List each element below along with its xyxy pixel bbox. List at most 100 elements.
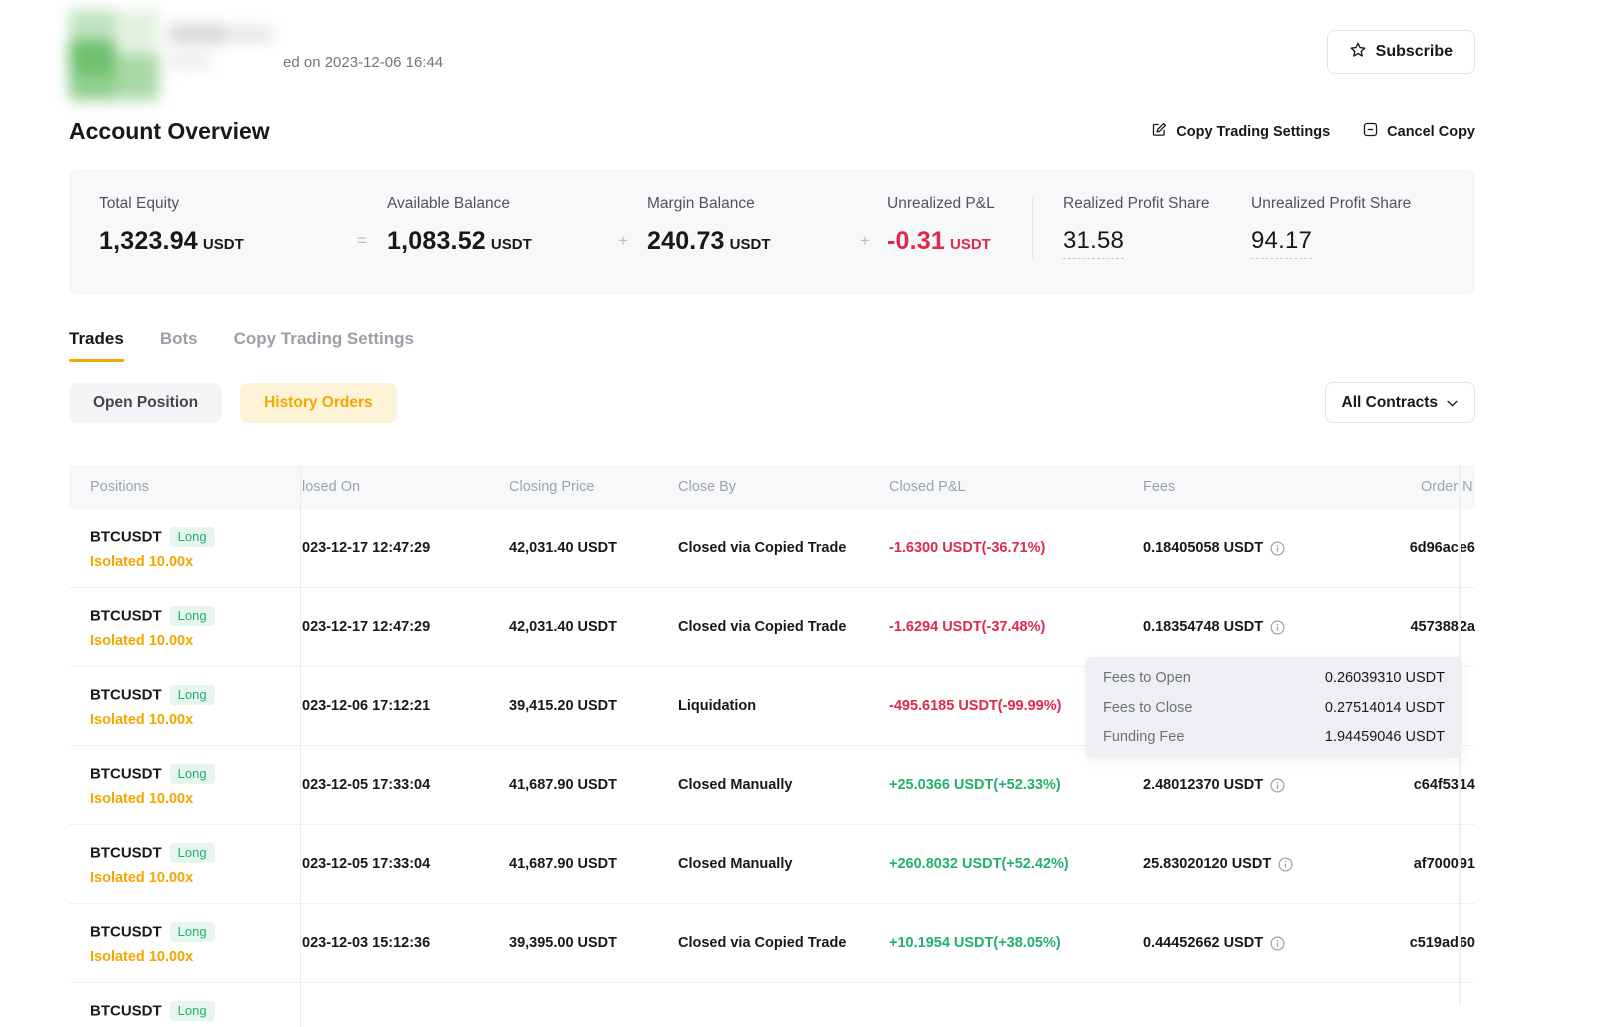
header-fees: Fees bbox=[1143, 479, 1391, 495]
close-by-cell: Closed via Copied Trade bbox=[678, 540, 889, 556]
fee-info-icon[interactable] bbox=[1270, 778, 1285, 793]
fee-info-icon[interactable] bbox=[1270, 936, 1285, 951]
stat-label: Available Balance bbox=[387, 195, 599, 213]
fees-cell: 0.44452662 USDT bbox=[1143, 935, 1391, 951]
tooltip-row: Fees to Open 0.26039310 USDT bbox=[1103, 670, 1445, 686]
closed-pnl-cell: -1.6300 USDT(-36.71%) bbox=[889, 540, 1143, 556]
history-orders-table: Positions losed On Closing Price Close B… bbox=[69, 465, 1475, 1027]
position-cell: BTCUSDTLong Isolated 10.00x bbox=[69, 527, 300, 570]
position-cell: BTCUSDTLong Isolated 10.00x bbox=[69, 1001, 300, 1027]
stat-unit: USDT bbox=[491, 236, 532, 253]
tooltip-label: Fees to Close bbox=[1103, 700, 1192, 716]
cancel-copy-label: Cancel Copy bbox=[1387, 124, 1475, 140]
close-by-cell: Closed via Copied Trade bbox=[678, 619, 889, 635]
tooltip-row: Funding Fee 1.94459046 USDT bbox=[1103, 729, 1445, 745]
position-margin: Isolated 10.00x bbox=[90, 712, 300, 728]
tab-trades[interactable]: Trades bbox=[69, 329, 124, 362]
tooltip-label: Fees to Open bbox=[1103, 670, 1191, 686]
stat-value[interactable]: 94.17 bbox=[1251, 227, 1312, 259]
page-title: Account Overview bbox=[69, 118, 270, 145]
stat-label: Unrealized P&L bbox=[887, 195, 1022, 213]
closed-on-cell: 023-12-17 12:47:29 bbox=[300, 540, 509, 556]
stat-unrealized-pnl: Unrealized P&L -0.31USDT bbox=[887, 195, 1022, 256]
side-badge: Long bbox=[170, 1001, 215, 1021]
header-order-no: Order N bbox=[1391, 479, 1475, 495]
position-pair: BTCUSDT bbox=[90, 686, 162, 703]
closing-price-cell: 41,687.90 USDT bbox=[509, 856, 678, 872]
position-cell: BTCUSDT Long Isolated 10.00x bbox=[69, 685, 300, 728]
side-badge: Long bbox=[170, 685, 215, 705]
position-margin: Isolated 10.00x bbox=[90, 949, 300, 965]
stat-available-balance: Available Balance 1,083.52USDT bbox=[387, 195, 599, 256]
plus-operator: + bbox=[599, 195, 647, 251]
close-by-cell: Closed via Copied Trade bbox=[678, 935, 889, 951]
closed-on-cell: 023-12-03 15:12:36 bbox=[300, 935, 509, 951]
order-cell: c519ad60 bbox=[1391, 935, 1475, 951]
closing-price-cell: 42,031.40 USDT bbox=[509, 619, 678, 635]
stat-total-equity: Total Equity 1,323.94USDT bbox=[99, 195, 337, 256]
close-by-cell: Closed Manually bbox=[678, 856, 889, 872]
table-header-row: Positions losed On Closing Price Close B… bbox=[69, 465, 1475, 509]
position-margin: Isolated 10.00x bbox=[90, 554, 300, 570]
closed-pnl-cell: +25.0366 USDT(+52.33%) bbox=[889, 777, 1143, 793]
stat-value: 240.73 bbox=[647, 227, 725, 255]
stat-value[interactable]: 31.58 bbox=[1063, 227, 1124, 259]
cancel-copy-link[interactable]: Cancel Copy bbox=[1362, 121, 1475, 142]
stat-unit: USDT bbox=[950, 236, 991, 253]
position-cell: BTCUSDTLong Isolated 10.00x bbox=[69, 606, 300, 649]
tooltip-label: Funding Fee bbox=[1103, 729, 1184, 745]
closed-pnl-cell: +260.8032 USDT(+52.42%) bbox=[889, 856, 1143, 872]
copy-trading-settings-label: Copy Trading Settings bbox=[1176, 124, 1330, 140]
stat-unit: USDT bbox=[730, 236, 771, 253]
closed-pnl-cell: +10.1954 USDT(+38.05%) bbox=[889, 935, 1143, 951]
tab-bots[interactable]: Bots bbox=[160, 329, 198, 362]
position-pair: BTCUSDT bbox=[90, 765, 162, 782]
position-cell: BTCUSDTLong Isolated 10.00x bbox=[69, 843, 300, 886]
main-tabs: Trades Bots Copy Trading Settings bbox=[69, 329, 1475, 362]
account-stats-panel: Total Equity 1,323.94USDT = Available Ba… bbox=[69, 169, 1475, 295]
tooltip-row: Fees to Close 0.27514014 USDT bbox=[1103, 700, 1445, 716]
plus-operator: + bbox=[843, 195, 887, 251]
overview-actions: Copy Trading Settings Cancel Copy bbox=[1151, 121, 1475, 142]
side-badge: Long bbox=[170, 922, 215, 942]
table-row: BTCUSDTLong Isolated 10.00x 023-12-17 12… bbox=[69, 588, 1475, 667]
subscribe-button[interactable]: Subscribe bbox=[1327, 30, 1475, 74]
closed-pnl-cell: -1.6294 USDT(-37.48%) bbox=[889, 619, 1143, 635]
side-badge: Long bbox=[170, 843, 215, 863]
fee-info-icon[interactable] bbox=[1278, 857, 1293, 872]
followed-on-text: ed on 2023-12-06 16:44 bbox=[283, 54, 443, 71]
sticky-column-divider bbox=[300, 465, 301, 1027]
order-cell: af700091 bbox=[1391, 856, 1475, 872]
position-margin: Isolated 10.00x bbox=[90, 633, 300, 649]
vertical-divider bbox=[1032, 197, 1033, 259]
fee-info-icon[interactable] bbox=[1270, 620, 1285, 635]
position-cell: BTCUSDTLong Isolated 10.00x bbox=[69, 922, 300, 965]
tooltip-value: 0.26039310 USDT bbox=[1325, 670, 1445, 686]
stat-unit: USDT bbox=[203, 236, 244, 253]
closed-on-cell: 023-12-06 17:12:21 bbox=[300, 698, 509, 714]
closing-price-cell: 42,031.40 USDT bbox=[509, 540, 678, 556]
stat-label: Unrealized Profit Share bbox=[1251, 195, 1445, 213]
position-pair: BTCUSDT bbox=[90, 607, 162, 624]
copy-trading-settings-link[interactable]: Copy Trading Settings bbox=[1151, 121, 1330, 142]
all-contracts-dropdown[interactable]: All Contracts bbox=[1325, 382, 1475, 423]
page: ed on 2023-12-06 16:44 Subscribe Account… bbox=[69, 0, 1475, 1027]
fee-info-icon[interactable] bbox=[1270, 541, 1285, 556]
header-closed-pnl: Closed P&L bbox=[889, 479, 1143, 495]
position-pair: BTCUSDT bbox=[90, 1002, 162, 1019]
table-row: BTCUSDTLong Isolated 10.00x 023-12-17 12… bbox=[69, 509, 1475, 588]
stat-value: 1,323.94 bbox=[99, 227, 198, 255]
fees-value: 2.48012370 USDT bbox=[1143, 777, 1263, 793]
chevron-down-icon bbox=[1447, 394, 1458, 412]
position-cell: BTCUSDTLong Isolated 10.00x bbox=[69, 764, 300, 807]
header-closed-on: losed On bbox=[300, 479, 509, 495]
order-cell: 4573882a bbox=[1391, 619, 1475, 635]
closing-price-cell: 39,395.00 USDT bbox=[509, 935, 678, 951]
history-orders-button[interactable]: History Orders bbox=[240, 383, 397, 423]
fees-cell: 0.18354748 USDT bbox=[1143, 619, 1391, 635]
stat-label: Margin Balance bbox=[647, 195, 843, 213]
table-row: BTCUSDTLong Isolated 10.00x 023-12-03 15… bbox=[69, 904, 1475, 983]
open-position-button[interactable]: Open Position bbox=[69, 383, 222, 423]
fees-cell: 2.48012370 USDT bbox=[1143, 777, 1391, 793]
tab-copy-trading-settings[interactable]: Copy Trading Settings bbox=[234, 329, 414, 362]
